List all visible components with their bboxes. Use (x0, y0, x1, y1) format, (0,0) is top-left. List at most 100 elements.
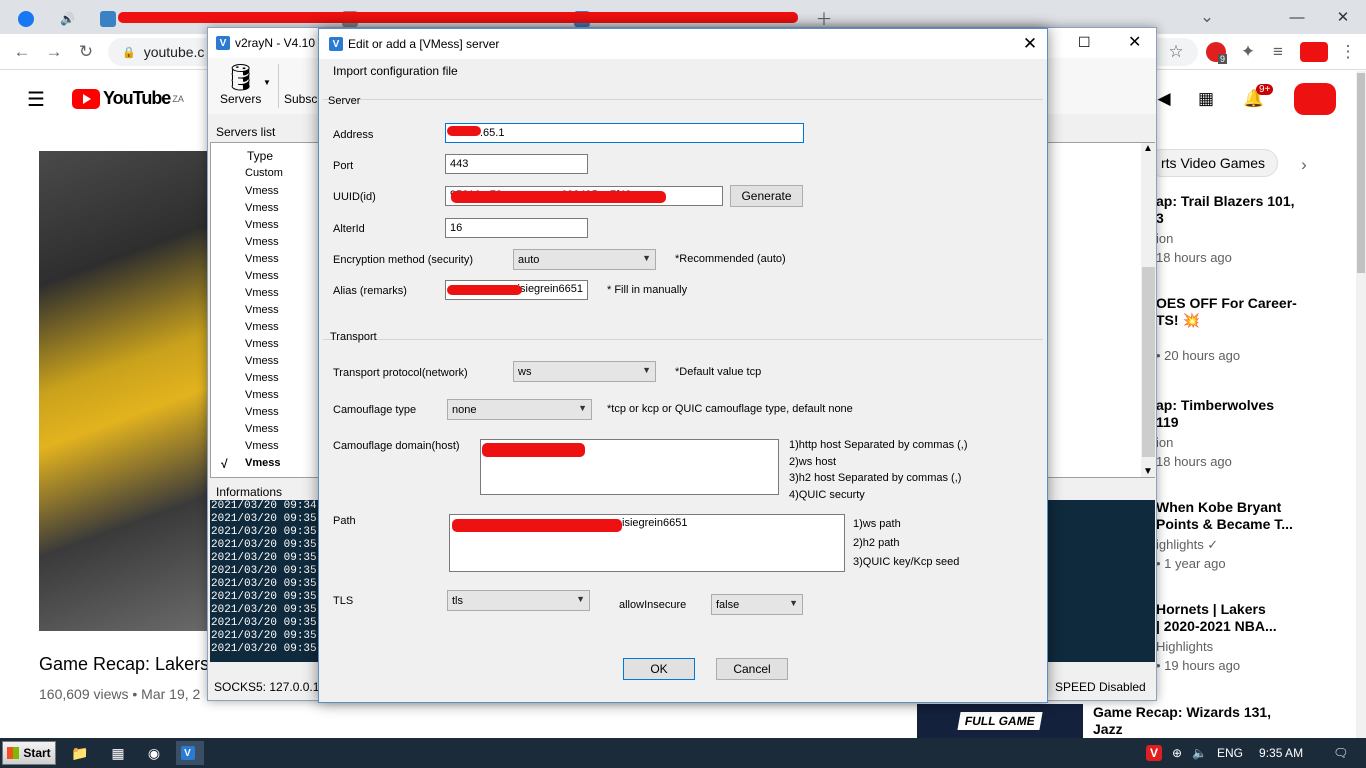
v2rayn-taskbar-icon[interactable]: V (176, 741, 204, 765)
list-item[interactable]: Vmess (245, 389, 279, 406)
list-item[interactable]: Vmess (245, 304, 279, 321)
list-item[interactable]: Vmess (245, 406, 279, 423)
apps-grid-icon[interactable]: ▦ (1194, 87, 1218, 111)
volume-icon[interactable]: 🔈 (1192, 746, 1207, 760)
scroll-up-icon[interactable]: ▲ (1143, 143, 1153, 154)
redaction-mark (447, 126, 481, 136)
profile-avatar[interactable] (1300, 42, 1328, 62)
port-input[interactable] (445, 154, 588, 174)
scrollbar-thumb[interactable] (1142, 267, 1155, 457)
minimize-icon[interactable]: — (1274, 0, 1320, 34)
language-indicator[interactable]: ENG (1217, 746, 1243, 760)
port-label: Port (333, 160, 354, 172)
list-item[interactable]: Vmess (245, 355, 279, 372)
chip-next-icon[interactable]: › (1292, 153, 1316, 177)
maximize-icon[interactable]: ☐ (1078, 34, 1091, 51)
list-item[interactable]: Vmess (245, 270, 279, 287)
allow-insecure-select[interactable]: false ▼ (711, 594, 803, 615)
list-item[interactable]: Vmess (245, 219, 279, 236)
calculator-icon[interactable]: ▦ (104, 741, 132, 765)
security-select[interactable]: auto ▼ (513, 249, 656, 270)
chip-sports-video-games[interactable]: rts Video Games (1148, 149, 1279, 177)
network-value: ws (518, 365, 532, 378)
list-item[interactable]: Vmess (245, 338, 279, 355)
action-center-icon[interactable]: 🗨 (1333, 746, 1348, 760)
servers-button[interactable]: 🛢 Servers (220, 62, 261, 106)
dialog-titlebar: V Edit or add a [VMess] server (319, 29, 1047, 59)
column-header-type[interactable]: Type (247, 149, 273, 163)
list-item-active[interactable]: Vmess (245, 457, 280, 474)
address-input[interactable] (445, 123, 804, 143)
rec-title: 3 (1156, 210, 1164, 226)
chrome-icon[interactable]: ◉ (140, 741, 168, 765)
list-item[interactable]: Vmess (245, 253, 279, 270)
media-queue-icon[interactable]: ≡ (1266, 40, 1290, 64)
bookmark-star-icon[interactable]: ☆ (1164, 40, 1188, 64)
dropdown-arrow-icon[interactable]: ▼ (263, 78, 271, 87)
close-window-icon[interactable]: ✕ (1320, 0, 1366, 34)
close-icon[interactable]: ✕ (1128, 32, 1141, 52)
clock[interactable]: 9:35 AM (1259, 746, 1303, 760)
informations-label: Informations (216, 485, 283, 499)
url-text: youtube.c (143, 44, 205, 60)
network-icon[interactable]: ⊕ (1172, 746, 1182, 760)
new-tab-icon[interactable]: ＋ (812, 5, 836, 29)
socks-status: SOCKS5: 127.0.0.1:1 (214, 680, 330, 694)
rec-title: Points & Became T... (1156, 516, 1293, 532)
list-item[interactable]: Vmess (245, 440, 279, 457)
tab-facebook[interactable]: 🔊 (8, 4, 88, 34)
page-scrollbar[interactable] (1356, 71, 1366, 738)
tls-select[interactable]: tls ▼ (447, 590, 590, 611)
list-item[interactable]: Vmess (245, 287, 279, 304)
recommendation-item[interactable]: ap: Timberwolves 119 ion 18 hours ago (1156, 397, 1356, 470)
list-item[interactable]: Vmess (245, 423, 279, 440)
network-hint: *Default value tcp (675, 366, 762, 378)
recommendation-item[interactable]: ap: Trail Blazers 101, 3 ion 18 hours ag… (1156, 193, 1356, 266)
account-avatar[interactable] (1294, 83, 1336, 115)
hamburger-menu-icon[interactable]: ☰ (24, 87, 48, 111)
tray-app-icon[interactable]: V (1146, 745, 1162, 761)
recommendation-item[interactable]: When Kobe Bryant Points & Became T... ig… (1156, 499, 1356, 572)
video-player[interactable] (39, 151, 209, 631)
camouflage-type-select[interactable]: none ▼ (447, 399, 592, 420)
ok-button[interactable]: OK (623, 658, 695, 680)
file-explorer-icon[interactable]: 📁 (66, 741, 94, 765)
reload-icon[interactable]: ↻ (74, 40, 98, 64)
list-item[interactable]: Custom (245, 167, 283, 184)
subscribe-button[interactable]: Subscr (284, 92, 321, 106)
tab-search-icon[interactable]: ⌄ (1195, 5, 1219, 29)
list-item[interactable]: Vmess (245, 185, 279, 202)
rec-title: Hornets | Lakers (1156, 601, 1266, 617)
list-item[interactable]: Vmess (245, 202, 279, 219)
rec-title: ap: Timberwolves (1156, 397, 1275, 413)
camouflage-type-label: Camouflage type (333, 404, 417, 416)
scrollbar-thumb[interactable] (1357, 73, 1365, 273)
youtube-logo[interactable]: YouTube ZA (72, 88, 184, 109)
rec-title: OES OFF For Career- (1156, 295, 1297, 311)
alterid-input[interactable] (445, 218, 588, 238)
network-select[interactable]: ws ▼ (513, 361, 656, 382)
scroll-down-icon[interactable]: ▼ (1143, 466, 1153, 477)
start-button[interactable]: Start (2, 741, 56, 765)
rec-age: 18 hours ago (1156, 454, 1232, 469)
audio-icon[interactable]: 🔊 (60, 12, 75, 26)
menu-import-config[interactable]: Import configuration file (333, 64, 458, 78)
generate-button[interactable]: Generate (730, 185, 803, 207)
forward-icon[interactable]: → (42, 40, 66, 64)
list-item[interactable]: Vmess (245, 236, 279, 253)
rec-thumbnail[interactable]: FULL GAME (917, 704, 1083, 738)
recommendation-item[interactable]: Hornets | Lakers | 2020-2021 NBA... High… (1156, 601, 1356, 674)
list-scrollbar[interactable]: ▲ ▼ (1141, 143, 1156, 477)
back-icon[interactable]: ← (10, 40, 34, 64)
list-item[interactable]: Vmess (245, 321, 279, 338)
extensions-puzzle-icon[interactable]: ✦ (1236, 40, 1260, 64)
dialog-close-icon[interactable]: ✕ (1019, 33, 1041, 55)
youtube-logo-text: YouTube (103, 88, 171, 108)
ok-label: OK (650, 662, 668, 676)
recommendation-item[interactable]: OES OFF For Career- TS! 💥 • 20 hours ago (1156, 295, 1356, 364)
cancel-button[interactable]: Cancel (716, 658, 788, 680)
list-item[interactable]: Vmess (245, 372, 279, 389)
recommendation-item[interactable]: Game Recap: Wizards 131, Jazz 122 (1093, 704, 1293, 738)
chrome-menu-icon[interactable]: ⋮ (1336, 40, 1360, 64)
chevron-down-icon: ▼ (642, 365, 651, 375)
